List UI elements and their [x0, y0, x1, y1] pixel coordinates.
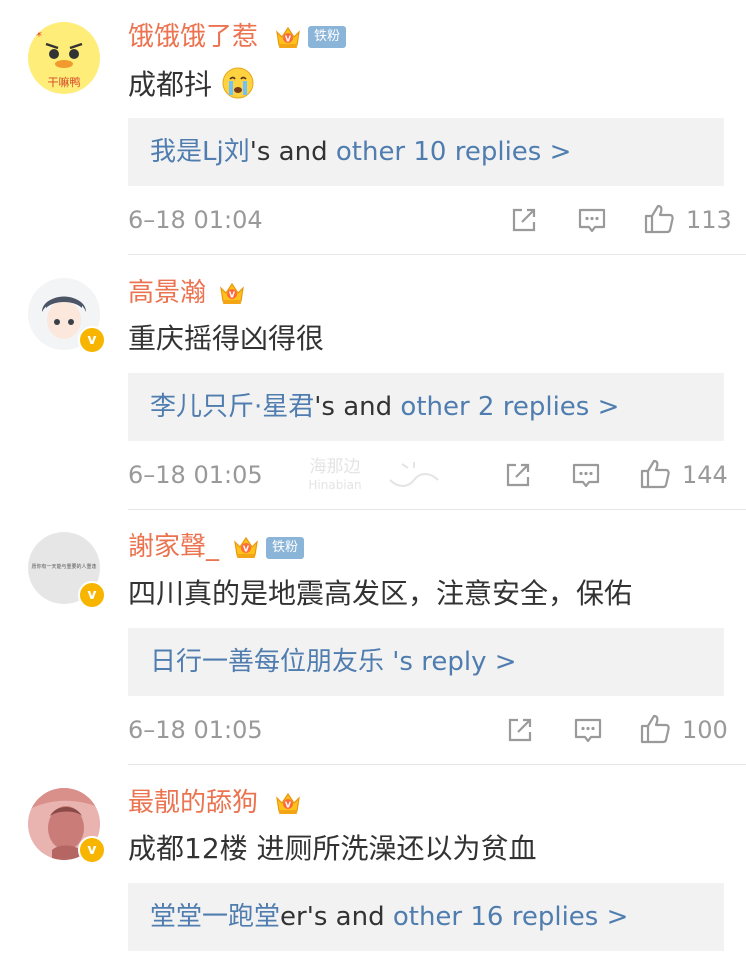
share-icon[interactable] [508, 204, 540, 236]
like-icon[interactable] [638, 712, 672, 746]
watermark-line2: Hinabian [308, 478, 362, 492]
verified-badge-icon: v [78, 581, 106, 609]
like-count: 100 [682, 716, 728, 744]
reply-username[interactable]: 日行一善每位朋友乐 [150, 647, 384, 677]
more-replies-link[interactable]: 's reply > [392, 647, 516, 677]
reply-preview[interactable]: 李儿只斤·星君's and other 2 replies > [128, 373, 724, 441]
crown-badge-icon [274, 789, 302, 817]
more-replies-link[interactable]: other 16 replies > [393, 902, 629, 932]
divider [128, 254, 746, 255]
username[interactable]: 高景瀚 [128, 276, 206, 310]
share-icon[interactable] [504, 714, 536, 746]
fan-badge: 铁粉 [266, 537, 305, 559]
verified-badge-icon: v [78, 326, 106, 354]
timestamp: 6–18 01:04 [128, 206, 263, 234]
username[interactable]: 謝家聲_ [128, 530, 219, 564]
divider [128, 509, 746, 510]
comment-text: 成都抖 [128, 66, 255, 104]
reply-username[interactable]: 李儿只斤·星君 [150, 392, 314, 422]
divider [128, 764, 746, 765]
more-replies-link[interactable]: other 2 replies > [400, 392, 619, 422]
reply-username[interactable]: 我是Lj刘 [150, 137, 250, 167]
reply-connector: 's and [249, 137, 336, 167]
verified-badge-icon: v [78, 836, 106, 864]
watermark-mark-icon [389, 462, 439, 487]
comment-text: 四川真的是地震高发区，注意安全，保佑 [128, 577, 633, 610]
watermark-line1: 海那边 [309, 457, 361, 477]
reply-connector: er's and [280, 902, 393, 932]
comment-text-body: 成都抖 [128, 68, 213, 101]
like-icon[interactable] [638, 457, 672, 491]
timestamp: 6–18 01:05 [128, 461, 263, 489]
username[interactable]: 饿饿饿了惹 [128, 20, 258, 54]
avatar-caption: 干嘛鸭 [47, 76, 81, 89]
avatar-caption: 愿你有一天能与重要的人重逢 [31, 564, 97, 570]
comment-icon[interactable] [570, 459, 602, 491]
comment-icon[interactable] [572, 714, 604, 746]
timestamp: 6–18 01:05 [128, 716, 263, 744]
svg-text:*: * [36, 29, 42, 43]
fan-badge: 铁粉 [308, 26, 347, 48]
comment-text: 重庆摇得凶得很 [128, 322, 325, 355]
reply-username[interactable]: 堂堂一跑堂 [150, 902, 280, 932]
like-icon[interactable] [642, 202, 676, 236]
reply-connector: 's and [314, 392, 401, 422]
avatar[interactable]: * 干嘛鸭 [28, 22, 100, 94]
watermark: 海那边 Hinabian [300, 458, 370, 494]
crying-face-icon [222, 67, 254, 99]
share-icon[interactable] [502, 459, 534, 491]
reply-preview[interactable]: 日行一善每位朋友乐 's reply > [128, 628, 724, 696]
crown-badge-icon [274, 23, 302, 51]
username[interactable]: 最靓的舔狗 [128, 786, 258, 820]
like-count: 144 [682, 461, 728, 489]
crown-badge-icon [232, 533, 260, 561]
reply-preview[interactable]: 堂堂一跑堂er's and other 16 replies > [128, 883, 724, 951]
crown-badge-icon [218, 279, 246, 307]
like-count: 113 [686, 206, 732, 234]
reply-preview[interactable]: 我是Lj刘's and other 10 replies > [128, 118, 724, 186]
more-replies-link[interactable]: other 10 replies > [336, 137, 572, 167]
comment-text: 成都12楼 进厕所洗澡还以为贫血 [128, 832, 537, 865]
comment-icon[interactable] [576, 204, 608, 236]
